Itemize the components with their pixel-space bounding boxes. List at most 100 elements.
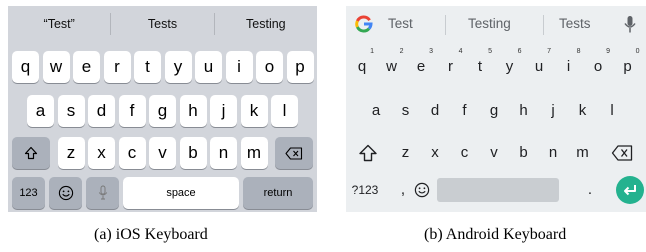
ios-key-r[interactable]: r bbox=[103, 51, 131, 83]
android-space-key[interactable] bbox=[437, 178, 559, 202]
ios-key-i[interactable]: i bbox=[225, 51, 253, 83]
android-suggestion-1[interactable]: Test bbox=[388, 16, 413, 31]
ios-key-o[interactable]: o bbox=[256, 51, 283, 83]
enter-icon bbox=[624, 185, 636, 196]
ios-key-z[interactable]: z bbox=[57, 137, 85, 169]
android-key-t[interactable]: t5 bbox=[466, 48, 494, 83]
ios-suggestion-bar: “Test” Tests Testing bbox=[8, 6, 317, 42]
ios-key-x[interactable]: x bbox=[88, 137, 115, 169]
android-backspace-key[interactable] bbox=[602, 137, 642, 169]
key-letter: y bbox=[505, 58, 514, 75]
android-key-f[interactable]: f bbox=[451, 95, 479, 127]
android-suggestion-divider bbox=[445, 15, 446, 35]
key-letter: w bbox=[386, 58, 397, 75]
android-key-k[interactable]: k bbox=[569, 95, 597, 127]
caption-ios: (a) iOS Keyboard bbox=[94, 226, 208, 243]
android-period-key[interactable]: . bbox=[582, 174, 598, 206]
android-key-h[interactable]: h bbox=[510, 95, 538, 127]
ios-key-v[interactable]: v bbox=[149, 137, 176, 169]
key-number-hint: 0 bbox=[635, 48, 640, 55]
key-number-hint: 6 bbox=[517, 48, 522, 55]
android-key-b[interactable]: b bbox=[510, 137, 538, 169]
ios-key-b[interactable]: b bbox=[179, 137, 207, 169]
android-key-o[interactable]: o9 bbox=[584, 48, 612, 83]
ios-key-t[interactable]: t bbox=[134, 51, 161, 83]
ios-key-e[interactable]: e bbox=[73, 51, 100, 83]
android-suggestion-3[interactable]: Tests bbox=[559, 16, 591, 31]
ios-key-m[interactable]: m bbox=[240, 137, 268, 169]
ios-key-p[interactable]: p bbox=[286, 51, 314, 83]
shift-icon bbox=[359, 144, 377, 162]
ios-numbers-key[interactable]: 123 bbox=[12, 177, 45, 209]
google-g-icon[interactable] bbox=[354, 14, 374, 34]
ios-dictation-key[interactable] bbox=[86, 177, 119, 209]
key-number-hint: 3 bbox=[429, 48, 433, 55]
ios-key-q[interactable]: q bbox=[12, 51, 39, 83]
ios-suggestion-3[interactable]: Testing bbox=[215, 17, 317, 31]
key-letter: t bbox=[477, 58, 483, 75]
microphone-icon[interactable] bbox=[624, 15, 636, 35]
key-number-hint: 5 bbox=[488, 48, 492, 55]
key-number-hint: 1 bbox=[370, 48, 374, 55]
android-key-l[interactable]: l bbox=[598, 95, 626, 127]
android-key-g[interactable]: g bbox=[480, 95, 508, 127]
ios-key-n[interactable]: n bbox=[210, 137, 237, 169]
android-key-q[interactable]: q1 bbox=[348, 48, 376, 83]
android-key-n[interactable]: n bbox=[539, 137, 567, 169]
ios-key-u[interactable]: u bbox=[195, 51, 222, 83]
ios-key-j[interactable]: j bbox=[210, 95, 237, 127]
ios-suggestion-2[interactable]: Tests bbox=[111, 17, 213, 31]
ios-key-s[interactable]: s bbox=[57, 95, 85, 127]
ios-emoji-key[interactable] bbox=[49, 177, 82, 209]
backspace-icon bbox=[611, 145, 633, 161]
android-key-s[interactable]: s bbox=[392, 95, 420, 127]
key-number-hint: 2 bbox=[399, 48, 404, 55]
key-letter: p bbox=[623, 58, 632, 75]
android-suggestion-bar: Test Testing Tests bbox=[346, 6, 646, 42]
ios-keyboard: “Test” Tests Testing q w e r t y u i o p… bbox=[8, 6, 317, 212]
android-enter-key[interactable] bbox=[616, 176, 644, 204]
ios-key-y[interactable]: y bbox=[164, 51, 192, 83]
ios-key-d[interactable]: d bbox=[88, 95, 115, 127]
key-letter: u bbox=[534, 58, 544, 75]
android-emoji-key[interactable] bbox=[410, 174, 434, 206]
ios-key-f[interactable]: f bbox=[118, 95, 146, 127]
android-key-r[interactable]: r4 bbox=[437, 48, 465, 83]
android-symbols-key[interactable]: ?123 bbox=[348, 174, 382, 206]
ios-return-key[interactable]: return bbox=[243, 177, 313, 209]
android-key-v[interactable]: v bbox=[480, 137, 508, 169]
ios-key-h[interactable]: h bbox=[179, 95, 207, 127]
android-key-w[interactable]: w2 bbox=[378, 48, 406, 83]
backspace-icon bbox=[285, 146, 303, 160]
emoji-icon bbox=[58, 185, 73, 201]
ios-key-g[interactable]: g bbox=[149, 95, 176, 127]
android-key-i[interactable]: i8 bbox=[555, 48, 583, 83]
android-key-e[interactable]: e3 bbox=[407, 48, 435, 83]
ios-shift-key[interactable] bbox=[12, 137, 50, 169]
ios-key-w[interactable]: w bbox=[42, 51, 70, 83]
android-key-p[interactable]: p0 bbox=[614, 48, 642, 83]
android-key-x[interactable]: x bbox=[421, 137, 449, 169]
android-key-a[interactable]: a bbox=[362, 95, 390, 127]
ios-key-l[interactable]: l bbox=[271, 95, 298, 127]
android-key-u[interactable]: u7 bbox=[525, 48, 553, 83]
android-key-y[interactable]: y6 bbox=[496, 48, 524, 83]
android-key-z[interactable]: z bbox=[392, 137, 420, 169]
android-key-d[interactable]: d bbox=[421, 95, 449, 127]
ios-key-c[interactable]: c bbox=[118, 137, 146, 169]
android-comma-key[interactable]: , bbox=[395, 174, 411, 206]
ios-space-key[interactable]: space bbox=[123, 177, 239, 209]
ios-suggestion-1[interactable]: “Test” bbox=[8, 17, 110, 31]
key-letter: e bbox=[416, 58, 426, 75]
android-suggestion-2[interactable]: Testing bbox=[468, 16, 511, 31]
android-key-j[interactable]: j bbox=[539, 95, 567, 127]
key-letter: i bbox=[566, 58, 571, 75]
key-letter: r bbox=[448, 58, 453, 75]
ios-key-a[interactable]: a bbox=[27, 95, 54, 127]
android-shift-key[interactable] bbox=[348, 137, 388, 169]
android-key-c[interactable]: c bbox=[451, 137, 479, 169]
ios-backspace-key[interactable] bbox=[275, 137, 313, 169]
ios-key-k[interactable]: k bbox=[240, 95, 268, 127]
android-key-m[interactable]: m bbox=[569, 137, 597, 169]
key-number-hint: 7 bbox=[547, 48, 551, 55]
